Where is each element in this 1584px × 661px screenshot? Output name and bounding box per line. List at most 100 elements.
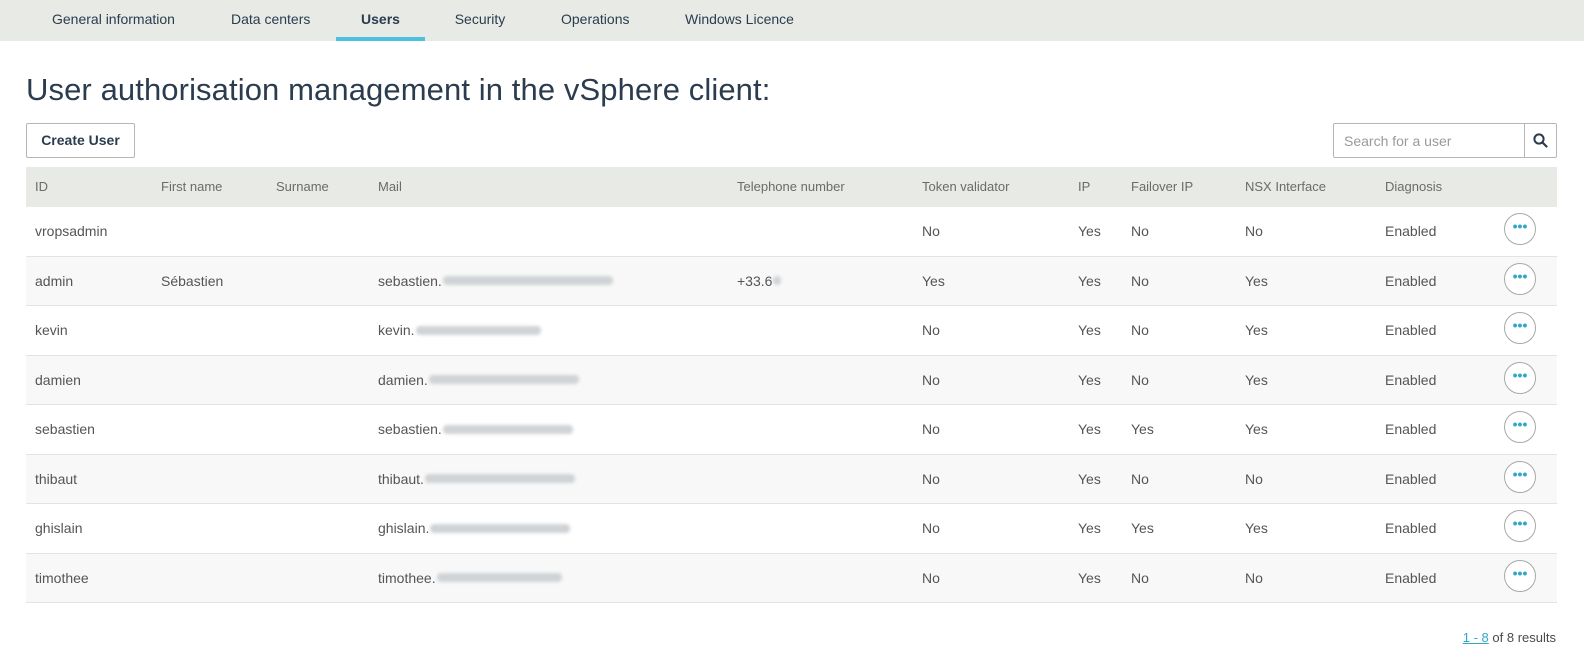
cell-token-validator: No <box>922 223 940 239</box>
cell-token-validator: No <box>922 569 940 586</box>
column-header-surname[interactable]: Surname <box>276 167 329 207</box>
column-header-nsx-interface[interactable]: NSX Interface <box>1245 167 1326 207</box>
cell-mail: thibaut. <box>378 455 575 503</box>
more-options-icon: ••• <box>1512 218 1528 234</box>
column-header-failover-ip[interactable]: Failover IP <box>1131 167 1193 207</box>
cell-mail: damien. <box>378 356 579 404</box>
redacted-blur <box>436 573 562 583</box>
cell-ip: Yes <box>1078 470 1101 487</box>
row-actions-button[interactable]: ••• <box>1504 510 1536 542</box>
more-options-icon: ••• <box>1512 465 1528 482</box>
column-header-mail[interactable]: Mail <box>378 167 402 207</box>
row-actions-button[interactable]: ••• <box>1504 559 1536 592</box>
row-actions-button[interactable]: ••• <box>1504 361 1536 394</box>
cell-diagnosis: Enabled <box>1385 470 1437 487</box>
row-actions-button[interactable]: ••• <box>1504 460 1536 493</box>
cell-failover-ip: Yes <box>1131 520 1154 536</box>
redacted-blur <box>442 424 573 434</box>
cell-nsx-interface: No <box>1245 569 1263 586</box>
search-icon <box>1533 133 1548 148</box>
cell-ip: Yes <box>1078 520 1101 536</box>
tab-bar: General information Data centers Users S… <box>0 0 1584 41</box>
table-header: ID First name Surname Mail Telephone num… <box>26 167 1557 207</box>
cell-id: sebastien <box>35 421 95 437</box>
row-actions-button[interactable]: ••• <box>1504 312 1536 344</box>
table-row: admin Sébastien sebastien. +33.6 Yes Yes… <box>26 256 1557 306</box>
cell-diagnosis: Enabled <box>1385 421 1437 437</box>
cell-failover-ip: No <box>1131 470 1149 487</box>
table-row: kevin kevin. No Yes No Yes Enabled ••• <box>26 306 1557 356</box>
tab-windows-licence[interactable]: Windows Licence <box>685 0 794 41</box>
cell-ip: Yes <box>1078 272 1101 289</box>
search-button[interactable] <box>1524 124 1556 157</box>
redacted-blur <box>430 523 571 533</box>
cell-failover-ip: No <box>1131 371 1149 388</box>
cell-ip: Yes <box>1078 322 1101 338</box>
redacted-blur <box>424 474 575 484</box>
table-row: damien damien. No Yes No Yes Enabled ••• <box>26 355 1557 405</box>
cell-nsx-interface: Yes <box>1245 421 1268 437</box>
pagination: 1 - 8 of 8 results <box>1463 630 1556 645</box>
cell-diagnosis: Enabled <box>1385 371 1437 388</box>
more-options-icon: ••• <box>1512 317 1528 333</box>
cell-first-name: Sébastien <box>161 272 224 289</box>
cell-nsx-interface: No <box>1245 470 1263 487</box>
tab-security[interactable]: Security <box>454 0 506 41</box>
cell-id: thibaut <box>35 470 78 487</box>
table-row: sebastien sebastien. No Yes Yes Yes Enab… <box>26 405 1557 455</box>
table-row: thibaut thibaut. No Yes No No Enabled ••… <box>26 454 1557 504</box>
cell-id: kevin <box>35 322 68 338</box>
row-actions-button[interactable]: ••• <box>1504 213 1536 245</box>
column-header-id[interactable]: ID <box>35 167 48 207</box>
cell-mail: kevin. <box>378 306 541 354</box>
tab-users[interactable]: Users <box>336 0 425 41</box>
cell-diagnosis: Enabled <box>1385 322 1437 338</box>
cell-token-validator: No <box>922 520 940 536</box>
column-header-ip[interactable]: IP <box>1078 167 1090 207</box>
search-box <box>1333 123 1557 158</box>
more-options-icon: ••• <box>1512 267 1528 284</box>
cell-nsx-interface: No <box>1245 223 1263 239</box>
cell-diagnosis: Enabled <box>1385 520 1437 536</box>
cell-failover-ip: No <box>1131 272 1149 289</box>
page-title: User authorisation management in the vSp… <box>26 72 771 107</box>
tab-data-centers[interactable]: Data centers <box>231 0 310 41</box>
search-input[interactable] <box>1334 124 1525 157</box>
cell-id: timothee <box>35 569 89 586</box>
column-header-first-name[interactable]: First name <box>161 167 222 207</box>
cell-ip: Yes <box>1078 371 1101 388</box>
create-user-button[interactable]: Create User <box>26 123 135 158</box>
cell-diagnosis: Enabled <box>1385 223 1437 239</box>
column-header-telephone[interactable]: Telephone number <box>737 167 845 207</box>
row-actions-button[interactable]: ••• <box>1504 262 1536 295</box>
more-options-icon: ••• <box>1512 366 1528 383</box>
cell-nsx-interface: Yes <box>1245 272 1268 289</box>
cell-failover-ip: No <box>1131 322 1149 338</box>
cell-nsx-interface: Yes <box>1245 371 1268 388</box>
cell-token-validator: No <box>922 421 940 437</box>
cell-nsx-interface: Yes <box>1245 520 1268 536</box>
tab-operations[interactable]: Operations <box>561 0 629 41</box>
pagination-range-link[interactable]: 1 - 8 <box>1463 630 1489 645</box>
cell-ip: Yes <box>1078 569 1101 586</box>
cell-diagnosis: Enabled <box>1385 569 1437 586</box>
tab-general-information[interactable]: General information <box>52 0 175 41</box>
cell-failover-ip: No <box>1131 223 1149 239</box>
more-options-icon: ••• <box>1512 416 1528 432</box>
redacted-blur <box>415 325 541 335</box>
table-row: timothee timothee. No Yes No No Enabled … <box>26 553 1557 603</box>
redacted-blur <box>428 375 579 385</box>
table-row: ghislain ghislain. No Yes Yes Yes Enable… <box>26 504 1557 554</box>
cell-failover-ip: No <box>1131 569 1149 586</box>
cell-token-validator: No <box>922 470 940 487</box>
column-header-diagnosis[interactable]: Diagnosis <box>1385 167 1442 207</box>
cell-mail: sebastien. <box>378 405 573 453</box>
table-row: vropsadmin No Yes No No Enabled ••• <box>26 207 1557 257</box>
column-header-token-validator[interactable]: Token validator <box>922 167 1009 207</box>
cell-token-validator: Yes <box>922 272 945 289</box>
cell-token-validator: No <box>922 322 940 338</box>
cell-ip: Yes <box>1078 223 1101 239</box>
row-actions-button[interactable]: ••• <box>1504 411 1536 443</box>
cell-mail: timothee. <box>378 554 562 602</box>
cell-failover-ip: Yes <box>1131 421 1154 437</box>
